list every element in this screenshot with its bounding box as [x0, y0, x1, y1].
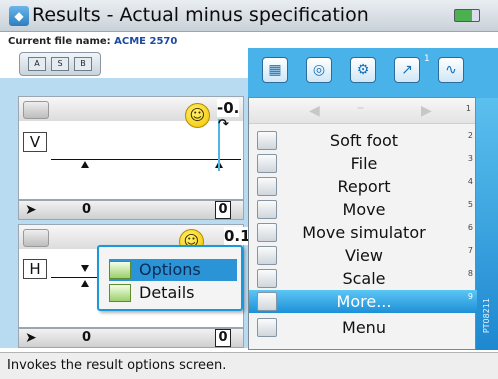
file-icon [257, 154, 277, 173]
menu-item-more[interactable]: More... 9 [249, 290, 477, 313]
move-icon [257, 200, 277, 219]
menu-item-label: File [350, 154, 378, 173]
alignment-line [51, 277, 101, 278]
view-button-b[interactable]: B [74, 57, 92, 71]
menu-item-num: 8 [467, 269, 473, 278]
menu-item-scale[interactable]: Scale 8 [249, 267, 477, 290]
status-text: Invokes the result options screen. [7, 358, 227, 373]
options-submenu: Options Details [97, 245, 243, 311]
view-buttons[interactable]: A S B [19, 52, 101, 76]
coupling-symbol-icon: ➤ [25, 202, 37, 218]
status-value-left: 0 [82, 330, 92, 345]
window-title: Results - Actual minus specification [32, 4, 369, 26]
axis-label-v: V [23, 132, 47, 152]
details-icon [109, 284, 131, 302]
smiley-icon: ☺ [185, 103, 210, 128]
submenu-item-details[interactable]: Details [109, 282, 237, 304]
icon-toolbar: ▦ ◎ ⚙ ↗ 1 ∿ [248, 48, 498, 98]
layout-icon[interactable]: ▦ [262, 57, 288, 83]
app-icon: ◆ [9, 6, 29, 26]
status-value-right: 0 [215, 329, 231, 347]
menu-item-label: Move [342, 200, 386, 219]
menu-item-soft-foot[interactable]: Soft foot 2 [249, 129, 477, 152]
more-icon [257, 292, 277, 311]
menu-item-view[interactable]: View 7 [249, 244, 477, 267]
foot-marker-icon [81, 161, 89, 168]
menu-item-label: Soft foot [329, 131, 399, 150]
menu-item-label: Report [337, 177, 391, 196]
context-menu: ◀ – ▶ 1 Soft foot 2 File 3 Report 4 Move… [248, 97, 477, 350]
scale-icon [257, 269, 277, 288]
menu-item-num: 4 [467, 177, 473, 186]
file-name-row: Current file name: ACME 2570 [8, 36, 177, 47]
menu-nav: ◀ – ▶ 1 [249, 98, 475, 124]
menu-item-menu[interactable]: Menu [249, 316, 477, 339]
menu-item-label: More... [336, 292, 392, 311]
menu-item-num: 5 [467, 200, 473, 209]
menu-item-label: Scale [342, 269, 386, 288]
status-value-right: 0 [215, 201, 231, 219]
menu-item-move-simulator[interactable]: Move simulator 6 [249, 221, 477, 244]
submenu-item-options[interactable]: Options [109, 259, 237, 281]
menu-item-label: View [345, 246, 383, 265]
vertical-status-row: ➤ 0 0 [18, 200, 244, 220]
title-bar: ◆ Results - Actual minus specification [0, 0, 498, 32]
menu-item-file[interactable]: File 3 [249, 152, 477, 175]
menu-icon [257, 318, 277, 337]
panel-toggle-button[interactable] [23, 229, 49, 247]
report-icon [257, 177, 277, 196]
view-icon [257, 246, 277, 265]
menu-item-num: 3 [467, 154, 473, 163]
move-simulator-icon [257, 223, 277, 242]
wave-icon[interactable]: ∿ [438, 57, 464, 83]
foot-marker-icon [81, 265, 89, 272]
offset-arrow-icon: ↷ [218, 117, 229, 132]
file-name-value: ACME 2570 [114, 36, 178, 47]
menu-item-num: 6 [467, 223, 473, 232]
nav-dash-icon: – [357, 100, 364, 116]
target-icon[interactable]: ◎ [306, 57, 332, 83]
coupling-symbol-icon: ➤ [25, 330, 37, 346]
horizontal-status-row: ➤ 0 0 [18, 328, 244, 348]
view-button-s[interactable]: S [51, 57, 69, 71]
status-bar: Invokes the result options screen. [0, 352, 498, 379]
status-value-left: 0 [82, 202, 92, 217]
menu-item-num: 2 [467, 131, 473, 140]
nav-left-arrow-icon[interactable]: ◀ [309, 103, 320, 119]
menu-top-num: 1 [465, 104, 471, 113]
battery-icon [454, 9, 480, 22]
soft-foot-icon [257, 131, 277, 150]
foot-marker-icon [81, 280, 89, 287]
vertical-panel[interactable]: V ☺ -0. ↷ [18, 96, 244, 200]
alignment-line [51, 159, 241, 160]
submenu-item-label: Details [139, 283, 195, 302]
menu-item-label: Move simulator [302, 223, 426, 242]
menu-item-label: Menu [342, 318, 386, 337]
axis-label-h: H [23, 259, 47, 279]
menu-item-report[interactable]: Report 4 [249, 175, 477, 198]
menu-item-num: 9 [467, 292, 473, 301]
panel-value: 0.1 [224, 227, 251, 245]
side-strip: PT08211 [476, 98, 498, 350]
panel-value: -0. [217, 99, 240, 117]
nav-right-arrow-icon[interactable]: ▶ [421, 103, 432, 119]
options-icon [109, 261, 131, 279]
menu-item-num: 7 [467, 246, 473, 255]
file-export-icon[interactable]: ↗ [394, 57, 420, 83]
panel-toggle-button[interactable] [23, 101, 49, 119]
sensor-icon[interactable]: ⚙ [350, 57, 376, 83]
file-name-label: Current file name: [8, 36, 111, 47]
submenu-item-label: Options [139, 260, 201, 279]
side-strip-text: PT08211 [482, 298, 491, 334]
menu-item-move[interactable]: Move 5 [249, 198, 477, 221]
view-button-a[interactable]: A [28, 57, 46, 71]
toolbar-badge: 1 [424, 54, 430, 64]
